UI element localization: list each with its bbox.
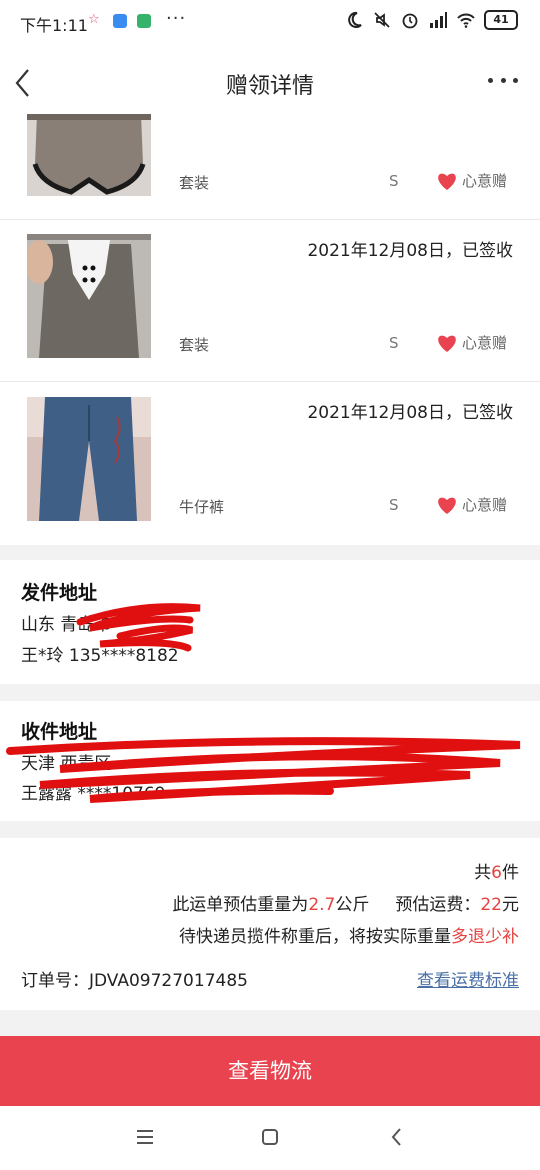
system-nav-bar	[0, 1106, 540, 1170]
moon-icon	[348, 11, 362, 28]
gift-label: 心意赠	[462, 334, 508, 352]
gift-tag: 心意赠	[436, 494, 507, 515]
home-icon[interactable]	[259, 1126, 281, 1148]
header: 赠领详情	[0, 44, 540, 120]
gift-tag: 心意赠	[436, 332, 507, 353]
heart-icon	[438, 497, 456, 514]
item-name: 套装	[179, 336, 210, 354]
fee-standard-link[interactable]: 查看运费标准	[417, 966, 519, 991]
item-size: S	[389, 496, 399, 514]
item-photo-sweater-set	[27, 114, 151, 196]
item-name: 牛仔裤	[179, 498, 225, 516]
app-notification-icon	[113, 14, 127, 28]
sender-address-card: 发件地址 山东 青岛市 王*玲 135****8182	[0, 560, 540, 684]
heart-icon	[438, 335, 456, 352]
weight-note: 待快递员揽件称重后，将按实际重量多退少补	[179, 927, 519, 947]
star-icon: ☆	[88, 12, 100, 27]
item-size: S	[389, 172, 399, 190]
mute-icon	[374, 12, 390, 28]
item-photo-blouse-set	[27, 234, 151, 358]
item-date: 2021年12月08日，已签收	[307, 403, 513, 423]
item-count: 共6件	[474, 863, 519, 883]
gift-label: 心意赠	[462, 172, 508, 190]
list-item[interactable]: 2021年12月08日，已签收 牛仔裤 S 心意赠	[0, 382, 540, 545]
redaction-scribble	[76, 603, 201, 652]
status-bar: 下午1:11 ☆ ··· 41	[0, 0, 540, 44]
alarm-icon	[402, 13, 418, 29]
order-number: 订单号：JDVA09727017485	[21, 971, 248, 991]
gift-label: 心意赠	[462, 496, 508, 514]
gift-tag: 心意赠	[436, 170, 507, 191]
heart-icon	[438, 173, 456, 190]
view-logistics-button[interactable]: 查看物流	[0, 1036, 540, 1106]
weight-fee-line: 此运单预估重量为2.7公斤 预估运费：22元	[172, 895, 519, 915]
menu-icon[interactable]	[134, 1126, 156, 1148]
item-size: S	[389, 334, 399, 352]
back-nav-icon[interactable]	[386, 1126, 408, 1148]
battery-icon: 41	[484, 10, 518, 30]
page-title: 赠领详情	[225, 74, 314, 99]
item-photo-jeans	[27, 397, 151, 521]
more-options-icon[interactable]	[488, 78, 518, 88]
redaction-scribble	[6, 737, 521, 803]
status-time: 下午1:11	[20, 16, 88, 35]
signal-icon	[430, 12, 447, 28]
item-name: 套装	[179, 174, 210, 192]
receiver-address-card: 收件地址 天津 西青区 王露露 ****10769	[0, 701, 540, 821]
shipment-summary: 共6件 此运单预估重量为2.7公斤 预估运费：22元 待快递员揽件称重后，将按实际…	[0, 838, 540, 1010]
wifi-icon	[457, 13, 475, 28]
item-date: 2021年12月08日，已签收	[307, 241, 513, 261]
list-item[interactable]: 2021年12月08日，已签收 套装 S 心意赠	[0, 220, 540, 381]
list-item[interactable]: 套装 S 心意赠	[0, 114, 540, 219]
app-notification-icon-2	[137, 14, 151, 28]
more-notifications-icon: ···	[166, 8, 187, 29]
